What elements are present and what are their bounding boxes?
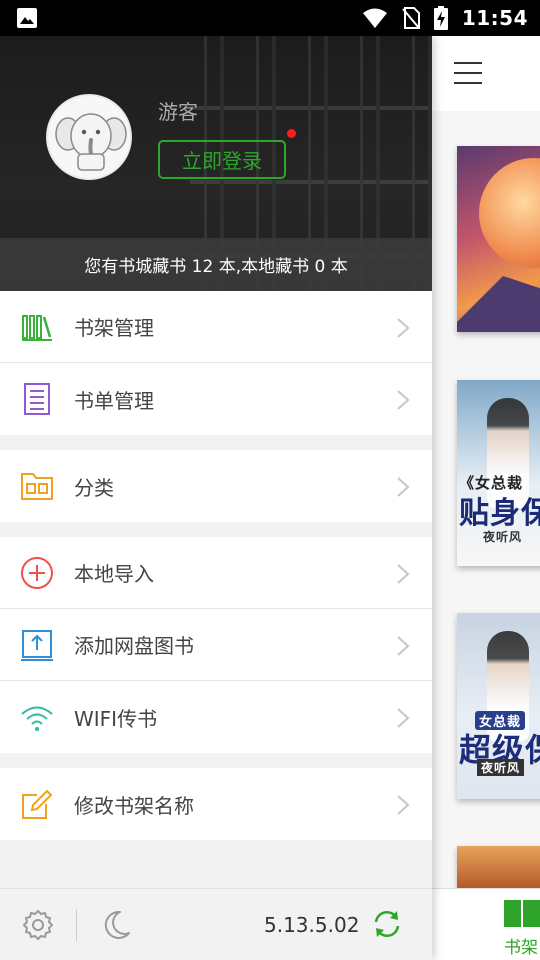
menu-item-cloud-books[interactable]: 添加网盘图书	[0, 609, 432, 681]
menu-item-booklist-manage[interactable]: 书单管理	[0, 363, 432, 435]
cover-title-large: 贴身保	[459, 496, 540, 531]
navigation-drawer: 游客 立即登录 您有书城藏书 12 本,本地藏书 0 本 书架管理 书单管理 分…	[0, 36, 432, 960]
menu-label: 书单管理	[74, 388, 154, 413]
menu-label: 书架管理	[74, 316, 154, 340]
menu-group-manage: 书架管理 书单管理	[0, 291, 432, 435]
drawer-header: 游客 立即登录 您有书城藏书 12 本,本地藏书 0 本	[0, 36, 432, 291]
app-version: 5.13.5.02	[264, 913, 360, 937]
menu-item-rename-shelf[interactable]: 修改书架名称	[0, 768, 432, 840]
clock: 11:54	[461, 6, 528, 30]
menu-item-category[interactable]: 分类	[0, 450, 432, 522]
menu-label: WIFI传书	[74, 706, 158, 731]
library-stats: 您有书城藏书 12 本,本地藏书 0 本	[0, 238, 432, 291]
wifi-icon	[21, 706, 53, 731]
notification-dot	[287, 129, 296, 138]
cover-author: 夜听风	[483, 530, 523, 544]
moon-icon[interactable]	[100, 909, 132, 941]
book-open-icon[interactable]	[504, 897, 540, 929]
menu-group-import: 本地导入 添加网盘图书 WIFI传书	[0, 537, 432, 753]
list-icon	[24, 383, 50, 415]
bookshelf-icon	[22, 315, 52, 341]
tab-bookshelf[interactable]: 书架	[504, 933, 538, 958]
drawer-footer: 5.13.5.02	[0, 888, 432, 960]
chevron-right-icon	[397, 708, 410, 728]
image-icon	[17, 8, 37, 28]
menu-group-category: 分类	[0, 450, 432, 522]
upload-icon	[21, 630, 53, 661]
status-bar: 11:54	[0, 0, 540, 36]
book-cover-3[interactable]: 女总裁 超级保 夜听风	[457, 613, 540, 799]
menu-label: 添加网盘图书	[74, 634, 194, 658]
login-button[interactable]: 立即登录	[158, 140, 286, 179]
menu-label: 本地导入	[74, 562, 154, 586]
bookshelf-page: 《女总裁 贴身保 夜听风 女总裁 超级保 夜听风 书架	[432, 36, 540, 960]
chevron-right-icon	[397, 390, 410, 410]
book-cover-2[interactable]: 《女总裁 贴身保 夜听风	[457, 380, 540, 566]
bottom-tab-bar: 书架	[432, 888, 540, 960]
chevron-right-icon	[397, 318, 410, 338]
sync-icon[interactable]	[372, 909, 402, 939]
gear-icon[interactable]	[22, 909, 54, 941]
battery-charging-icon	[433, 6, 448, 30]
book-cover-4[interactable]	[457, 846, 540, 888]
chevron-right-icon	[397, 477, 410, 497]
menu-item-local-import[interactable]: 本地导入	[0, 537, 432, 609]
chevron-right-icon	[397, 564, 410, 584]
menu-label: 分类	[74, 475, 114, 500]
elephant-avatar-icon	[55, 113, 127, 171]
menu-item-bookshelf-manage[interactable]: 书架管理	[0, 291, 432, 363]
menu-icon[interactable]	[454, 62, 482, 84]
folder-icon	[21, 473, 53, 500]
menu-group-rename: 修改书架名称	[0, 768, 432, 840]
add-circle-icon	[21, 557, 53, 589]
divider	[76, 909, 77, 941]
chevron-right-icon	[397, 636, 410, 656]
username: 游客	[158, 100, 198, 124]
cover-author: 夜听风	[477, 759, 525, 776]
menu-item-wifi-transfer[interactable]: WIFI传书	[0, 681, 432, 753]
avatar[interactable]	[46, 94, 132, 180]
edit-icon	[22, 789, 53, 819]
wifi-icon	[362, 8, 387, 28]
book-cover-1[interactable]	[457, 146, 540, 332]
menu-label: 修改书架名称	[74, 793, 194, 818]
chevron-right-icon	[397, 795, 410, 815]
no-sim-icon	[402, 7, 420, 29]
